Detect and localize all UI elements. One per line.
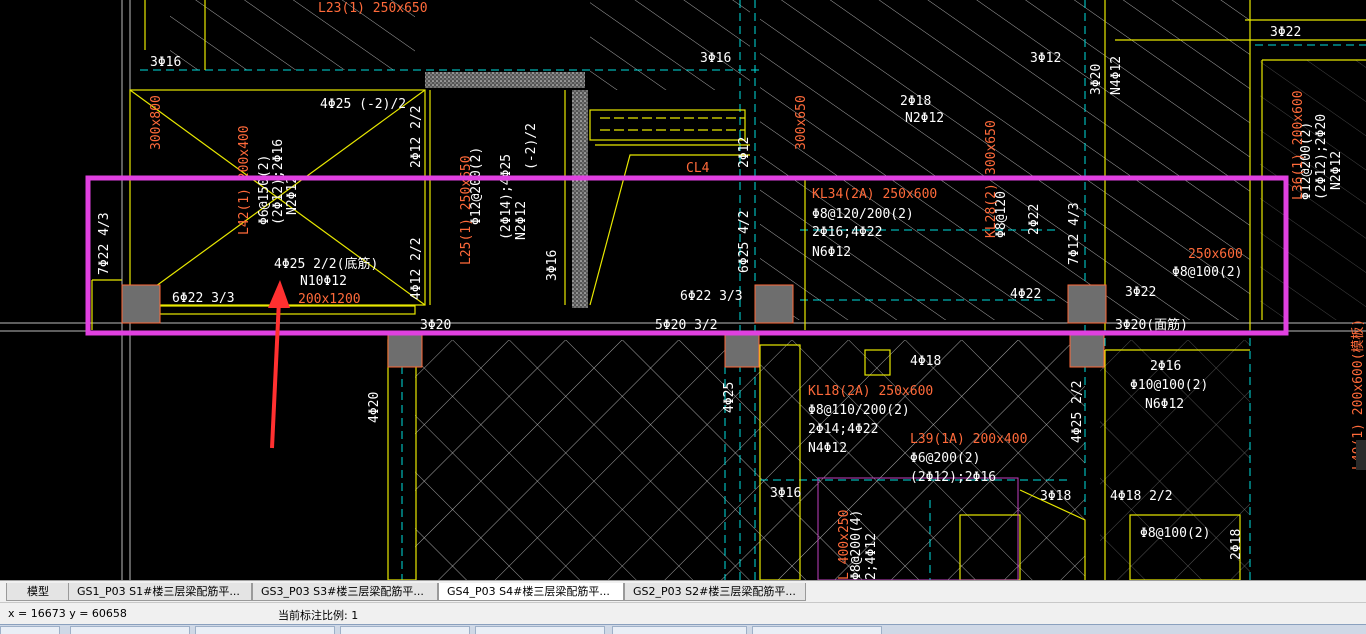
label-top-4phi25: 4Φ25 (-2)/2 bbox=[320, 97, 406, 112]
label-right-top-bar: 3Φ12 bbox=[1030, 51, 1061, 66]
annotation-scale[interactable]: 当前标注比例: 1 bbox=[278, 607, 358, 623]
label-b-3phi18: 3Φ18 bbox=[1040, 489, 1071, 504]
label-kl34-n: N6Φ12 bbox=[812, 245, 851, 260]
red-arrow bbox=[268, 280, 290, 449]
label-left-7phi22: 7Φ22 4/3 bbox=[97, 212, 112, 275]
layout-tabs: 模型 GS1_P03 S1#楼三层梁配筋平... GS3_P03 S3#楼三层梁… bbox=[0, 580, 1366, 603]
label-r-4phi22: 4Φ22 bbox=[1010, 287, 1041, 302]
label-l39-stirrup: Φ6@200(2) bbox=[910, 451, 980, 466]
cursor-coordinates: x = 16673 y = 60658 bbox=[8, 607, 127, 620]
label-dim-300x800: 300x800 bbox=[149, 95, 164, 150]
label-rb-2phi16: 2Φ16 bbox=[1150, 359, 1181, 374]
label-b-phi8: Φ8@100(2) bbox=[1140, 526, 1210, 541]
label-bottom-6phi22b: 6Φ22 3/3 bbox=[680, 289, 743, 304]
label-l36-bars: (2Φ12);2Φ20 bbox=[1314, 114, 1329, 200]
label-far-right-bar: 3Φ22 bbox=[1270, 25, 1301, 40]
label-v-4phi25b: 4Φ25 2/2 bbox=[1070, 380, 1085, 443]
cad-drawing-canvas[interactable]: 3Φ16 3Φ16 3Φ12 3Φ22 4Φ25 (-2)/2 Φ12@200(… bbox=[0, 0, 1366, 580]
label-b-400x250: L 400x250 bbox=[837, 510, 852, 580]
label-kl28-name: KL28(2) bbox=[984, 183, 999, 238]
label-cl4: CL4 bbox=[686, 161, 710, 176]
label-r-2phi12: 2Φ12 2/2 bbox=[409, 105, 424, 168]
tab-gs3[interactable]: GS3_P03 S3#楼三层梁配筋平... bbox=[252, 583, 438, 601]
label-rb-n: N6Φ12 bbox=[1145, 397, 1184, 412]
label-r-2phi18: 2Φ18 bbox=[900, 94, 931, 109]
label-l39-bars: (2Φ12);2Φ16 bbox=[910, 470, 996, 485]
label-r-300x650: 300x650 bbox=[984, 120, 999, 175]
label-kl34-name: KL34(2A) 250x600 bbox=[812, 187, 937, 202]
label-r-phi8: Φ8@100(2) bbox=[1172, 265, 1242, 280]
label-r-2phi20: 3Φ20 bbox=[1089, 64, 1104, 95]
label-kl34-bars: 2Φ16;4Φ22 bbox=[812, 225, 882, 240]
label-l42-stirrup: Φ6@150(2) bbox=[257, 155, 272, 225]
label-l25-side: (-2)/2 bbox=[524, 123, 539, 170]
label-l36-name: L36(1) 200x600 bbox=[1291, 90, 1306, 200]
label-b-2-4: 2;4Φ12 bbox=[864, 533, 879, 580]
label-kl28-side: 7Φ12 4/3 bbox=[1067, 202, 1082, 265]
label-b-4phi18-2: 4Φ18 2/2 bbox=[1110, 489, 1173, 504]
label-r-n4phi12: N4Φ12 bbox=[1109, 56, 1124, 95]
label-l25-bars: (2Φ14);4Φ25 bbox=[499, 154, 514, 240]
label-kl18-n: N4Φ12 bbox=[808, 441, 847, 456]
label-main-n10: N10Φ12 bbox=[300, 274, 347, 289]
label-kl18-stirrup: Φ8@110/200(2) bbox=[808, 403, 910, 418]
label-mid-3phi16: 3Φ16 bbox=[545, 250, 560, 281]
label-mid-top-bar: 3Φ16 bbox=[700, 51, 731, 66]
label-r-250x600: 250x600 bbox=[1188, 247, 1243, 262]
label-main-4phi25: 4Φ25 2/2(底筋) bbox=[274, 256, 378, 272]
tab-gs4[interactable]: GS4_P03 S4#楼三层梁配筋平... bbox=[438, 583, 624, 601]
label-v-4phi25: 4Φ25 bbox=[722, 382, 737, 413]
label-l25-name: L25(1) 250x650 bbox=[459, 155, 474, 265]
label-l39-name: L39(1A) 200x400 bbox=[910, 432, 1027, 447]
label-l25-n: N2Φ12 bbox=[514, 201, 529, 240]
label-r-n2phi12: N2Φ12 bbox=[905, 111, 944, 126]
label-l42-n: N2Φ12 bbox=[285, 176, 300, 215]
label-bottom-6phi22: 6Φ22 3/3 bbox=[172, 291, 235, 306]
label-dim-300x650: 300x650 bbox=[794, 95, 809, 150]
label-top-left-bar: 3Φ16 bbox=[150, 55, 181, 70]
label-kl18-name: KL18(2A) 250x600 bbox=[808, 384, 933, 399]
label-b-2phi18: 2Φ18 bbox=[1229, 529, 1244, 560]
tab-gs1[interactable]: GS1_P03 S1#楼三层梁配筋平... bbox=[68, 583, 252, 601]
label-kl18-bars: 2Φ14;4Φ22 bbox=[808, 422, 878, 437]
label-v-4phi20: 4Φ20 bbox=[367, 392, 382, 423]
label-main-dim: 200x1200 bbox=[298, 292, 361, 307]
label-l36-n: N2Φ12 bbox=[1329, 151, 1344, 190]
tab-model[interactable]: 模型 bbox=[6, 583, 70, 601]
status-bar: x = 16673 y = 60658 当前标注比例: 1 bbox=[0, 602, 1366, 625]
label-r-2phi12b: 4Φ12 2/2 bbox=[409, 237, 424, 300]
shear-wall bbox=[572, 90, 588, 308]
tab-gs2[interactable]: GS2_P03 S2#楼三层梁配筋平... bbox=[624, 583, 806, 601]
wall-top bbox=[425, 72, 585, 88]
label-b-3phi16: 3Φ16 bbox=[770, 486, 801, 501]
label-b-4phi18: 4Φ18 bbox=[910, 354, 941, 369]
label-rb-stirrup: Φ10@100(2) bbox=[1130, 378, 1208, 393]
label-mid-6phi25: 6Φ25 4/2 bbox=[737, 210, 752, 273]
label-kl28-bar: 2Φ22 bbox=[1027, 204, 1042, 235]
label-l42-bars: (2Φ12);2Φ16 bbox=[271, 139, 286, 225]
vertical-scroll-hint[interactable] bbox=[1356, 440, 1366, 470]
label-r-3phi22: 3Φ22 bbox=[1125, 285, 1156, 300]
label-l23: L23(1) 250x650 bbox=[318, 1, 428, 16]
label-mid-2phi12: 2Φ12 bbox=[737, 137, 752, 168]
label-kl34-stirrup: Φ8@120/200(2) bbox=[812, 207, 914, 222]
